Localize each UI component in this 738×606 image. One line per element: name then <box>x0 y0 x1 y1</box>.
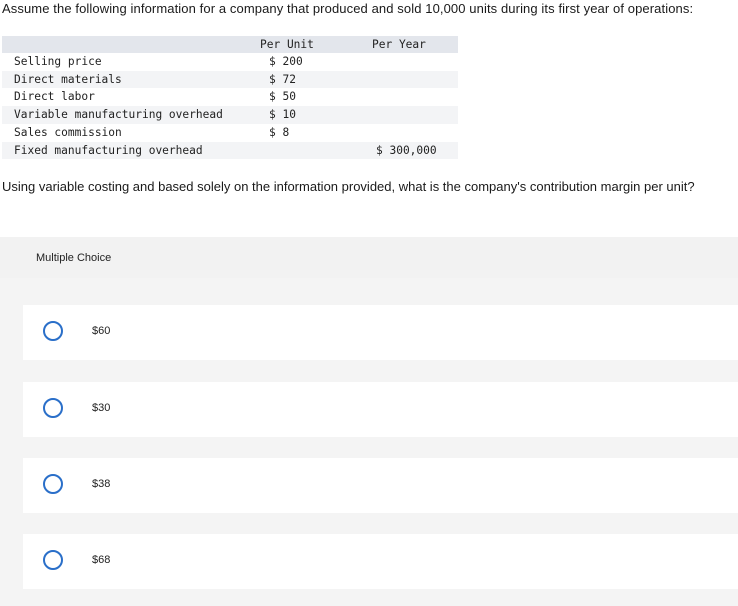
row-label: Selling price <box>2 53 257 71</box>
answer-option-2[interactable]: $30 <box>23 382 738 437</box>
table-row: Direct labor $ 50 <box>2 88 458 107</box>
per-year-value: $ 300,000 <box>364 141 458 160</box>
table-row: Variable manufacturing overhead $ 10 <box>2 106 458 124</box>
per-unit-value: $ 200 <box>257 53 364 71</box>
per-year-value <box>364 106 458 124</box>
row-label: Sales commission <box>2 123 257 142</box>
per-unit-value: $ 10 <box>257 106 364 124</box>
cost-table: Per Unit Per Year Selling price $ 200 Di… <box>2 36 458 160</box>
option-label: $30 <box>92 402 111 414</box>
table-row: Direct materials $ 72 <box>2 70 458 89</box>
row-label: Direct labor <box>2 88 257 107</box>
column-header-per-year: Per Year <box>364 36 458 53</box>
table-header-row: Per Unit Per Year <box>2 36 458 53</box>
question-text: Using variable costing and based solely … <box>2 179 695 194</box>
radio-button-icon[interactable] <box>43 474 63 494</box>
multiple-choice-header: Multiple Choice <box>0 237 738 278</box>
table-header-blank <box>2 36 257 53</box>
per-unit-value: $ 8 <box>257 123 364 142</box>
radio-button-icon[interactable] <box>43 321 63 341</box>
row-label: Fixed manufacturing overhead <box>2 141 257 160</box>
intro-text: Assume the following information for a c… <box>2 1 694 16</box>
radio-button-icon[interactable] <box>43 398 63 418</box>
answer-option-3[interactable]: $38 <box>23 458 738 513</box>
option-label: $60 <box>92 325 111 337</box>
per-unit-value: $ 72 <box>257 70 364 89</box>
per-unit-value <box>257 141 364 160</box>
multiple-choice-title: Multiple Choice <box>36 252 112 264</box>
per-year-value <box>364 88 458 107</box>
table-row: Fixed manufacturing overhead $ 300,000 <box>2 141 458 160</box>
per-year-value <box>364 123 458 142</box>
per-year-value <box>364 70 458 89</box>
per-unit-value: $ 50 <box>257 88 364 107</box>
per-year-value <box>364 53 458 71</box>
row-label: Variable manufacturing overhead <box>2 106 257 124</box>
option-label: $38 <box>92 478 111 490</box>
answer-option-4[interactable]: $68 <box>23 534 738 589</box>
table-row: Sales commission $ 8 <box>2 123 458 142</box>
answer-option-1[interactable]: $60 <box>23 305 738 360</box>
radio-button-icon[interactable] <box>43 550 63 570</box>
column-header-per-unit: Per Unit <box>257 36 364 53</box>
option-label: $68 <box>92 554 111 566</box>
row-label: Direct materials <box>2 70 257 89</box>
table-row: Selling price $ 200 <box>2 53 458 71</box>
